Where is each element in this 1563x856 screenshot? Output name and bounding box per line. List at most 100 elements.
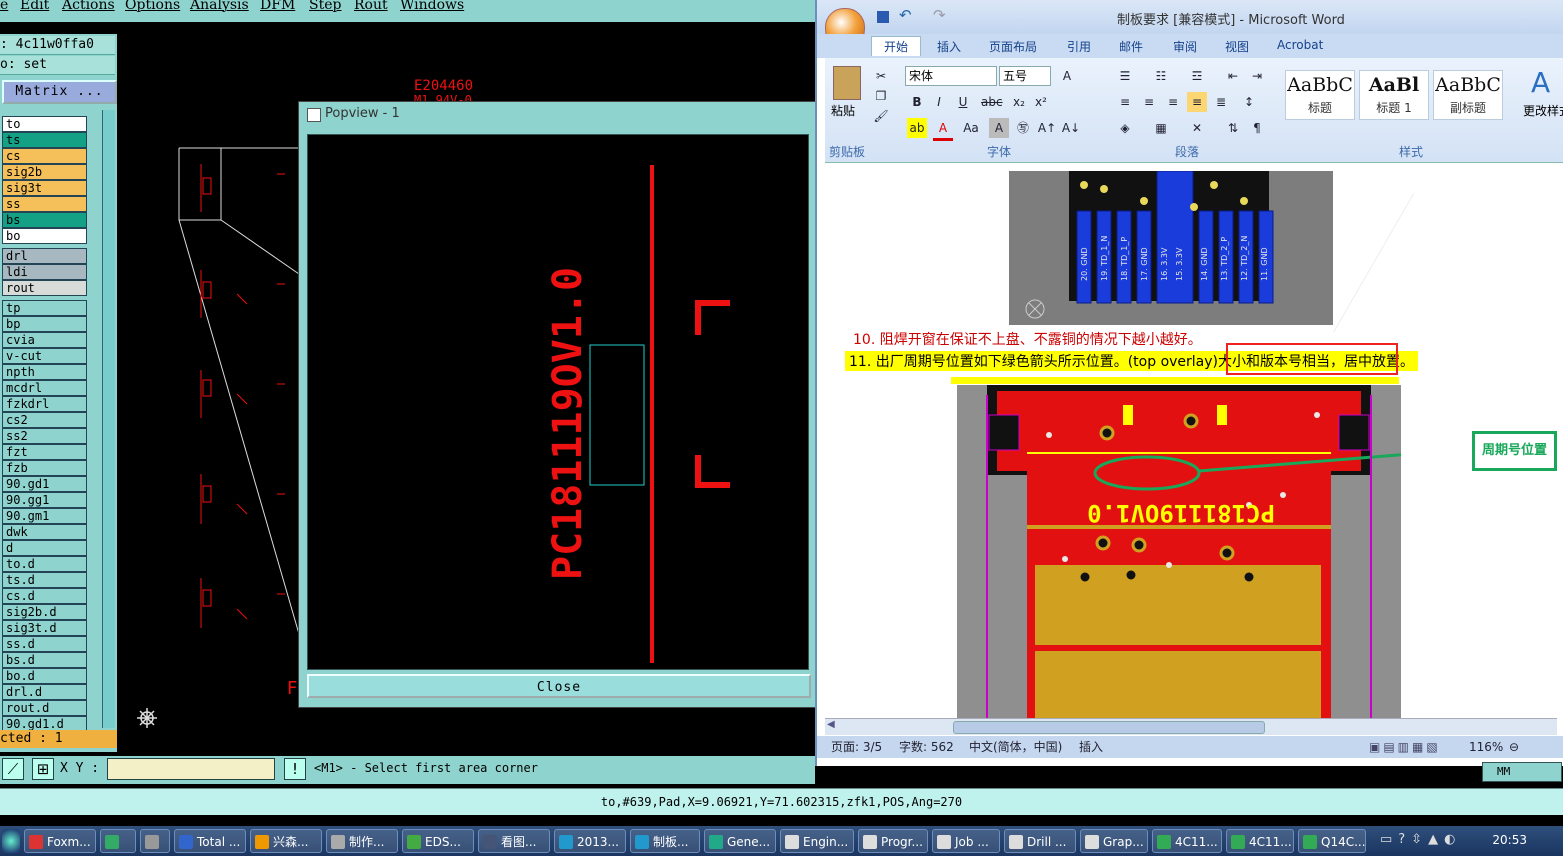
taskbar-item[interactable]: Engin... [780, 829, 854, 853]
justify-icon[interactable]: ≡ [1187, 92, 1207, 112]
layer-item[interactable]: 90.gm1 [2, 508, 87, 524]
tab-view[interactable]: 视图 [1225, 38, 1249, 55]
save-icon[interactable] [877, 11, 889, 23]
layer-item[interactable]: ss2 [2, 428, 87, 444]
layer-item[interactable]: cs [2, 148, 87, 164]
layer-item[interactable]: sig2b.d [2, 604, 87, 620]
taskbar-item[interactable]: Job ... [932, 829, 1000, 853]
layer-item[interactable]: v-cut [2, 348, 87, 364]
bold-icon[interactable]: B [907, 92, 927, 112]
multilevel-icon[interactable]: ☲ [1187, 66, 1207, 86]
superscript-icon[interactable]: x² [1031, 92, 1051, 112]
grow-font-icon[interactable]: A [1057, 66, 1077, 86]
taskbar-item[interactable]: Total ... [174, 829, 246, 853]
taskbar-item[interactable]: Q14C... [1298, 829, 1366, 853]
layer-item[interactable]: ldi [2, 264, 87, 280]
paste-icon[interactable] [833, 66, 861, 100]
menu-item-actions[interactable]: Actions [62, 0, 115, 13]
align-left-icon[interactable]: ≡ [1115, 92, 1135, 112]
layer-item[interactable]: cs2 [2, 412, 87, 428]
taskbar-item[interactable]: 2013... [554, 829, 626, 853]
font-size-select[interactable]: 五号 [999, 66, 1051, 86]
taskbar-item[interactable]: 制作... [326, 829, 398, 853]
xy-input[interactable] [107, 758, 275, 780]
layer-item[interactable]: rout.d [2, 700, 87, 716]
layer-item[interactable]: 90.gd1 [2, 476, 87, 492]
bullets-icon[interactable]: ☰ [1115, 66, 1135, 86]
layer-item[interactable]: sig3t.d [2, 620, 87, 636]
tab-insert[interactable]: 插入 [937, 38, 961, 55]
status-words[interactable]: 字数: 562 [899, 736, 954, 758]
taskbar-item[interactable]: 制板... [630, 829, 700, 853]
layer-item[interactable]: dwk [2, 524, 87, 540]
layer-item[interactable]: to.d [2, 556, 87, 572]
underline-icon[interactable]: U [953, 92, 973, 112]
menu-item-dfm[interactable]: DFM [260, 0, 295, 13]
taskbar-item[interactable]: EDS... [402, 829, 474, 853]
menu-item-file[interactable]: e [0, 0, 8, 13]
menu-item-edit[interactable]: Edit [20, 0, 49, 13]
paste-button[interactable]: 粘贴 [831, 102, 855, 119]
taskbar-item[interactable]: 4C11... [1152, 829, 1222, 853]
layer-item[interactable]: bp [2, 316, 87, 332]
menu-item-options[interactable]: Options [125, 0, 180, 13]
popview-canvas[interactable]: PC181119OV1.0 [307, 134, 809, 670]
align-center-icon[interactable]: ≡ [1139, 92, 1159, 112]
tray-icons[interactable]: ▭?⇳▲◐ [1380, 832, 1461, 847]
start-button-icon[interactable] [2, 829, 20, 853]
grid-icon[interactable]: ⊞ [32, 758, 54, 780]
layer-item[interactable]: fzb [2, 460, 87, 476]
enclose-char-icon[interactable]: ㊢ [1013, 118, 1033, 138]
layer-item[interactable]: to [2, 116, 87, 132]
zoom-out-icon[interactable]: ⊖ [1509, 736, 1519, 758]
menu-item-rout[interactable]: Rout [354, 0, 388, 13]
redo-icon[interactable]: ↷ [933, 6, 946, 24]
taskbar-item[interactable]: Gene... [704, 829, 776, 853]
matrix-button[interactable]: Matrix ... [2, 80, 117, 104]
status-insert-mode[interactable]: 插入 [1079, 736, 1103, 758]
change-styles-icon[interactable]: A [1531, 66, 1550, 99]
layer-item[interactable]: tp [2, 300, 87, 316]
tab-layout[interactable]: 页面布局 [989, 38, 1037, 55]
layer-item[interactable]: npth [2, 364, 87, 380]
layer-item[interactable]: bo [2, 228, 87, 244]
italic-icon[interactable]: I [929, 92, 949, 112]
style-heading1[interactable]: AaBl 标题 1 [1359, 70, 1429, 120]
layer-item[interactable]: mcdrl [2, 380, 87, 396]
layer-item[interactable]: sig2b [2, 164, 87, 180]
copy-icon[interactable]: ❐ [871, 86, 891, 106]
tab-mailings[interactable]: 邮件 [1119, 38, 1143, 55]
taskbar-item[interactable]: Grap... [1080, 829, 1148, 853]
zoom-level[interactable]: 116% [1469, 736, 1503, 758]
measure-icon[interactable]: ⟋ [2, 758, 24, 780]
layer-item[interactable]: cs.d [2, 588, 87, 604]
scroll-thumb[interactable] [953, 721, 1265, 734]
menu-item-step[interactable]: Step [309, 0, 341, 13]
style-title[interactable]: AaBbC 标题 [1285, 70, 1355, 120]
change-case-icon[interactable]: Aa [961, 118, 981, 138]
cut-icon[interactable]: ✂ [871, 66, 891, 86]
layer-item[interactable]: bs.d [2, 652, 87, 668]
layer-item[interactable]: drl.d [2, 684, 87, 700]
tab-acrobat[interactable]: Acrobat [1277, 38, 1323, 52]
layer-item[interactable]: rout [2, 280, 87, 296]
shrink-icon[interactable]: A↓ [1061, 118, 1081, 138]
asian-layout-icon[interactable]: ✕ [1187, 118, 1207, 138]
layer-item[interactable]: ss.d [2, 636, 87, 652]
highlight-icon[interactable]: ab [907, 118, 927, 138]
taskbar-item[interactable] [140, 829, 170, 853]
layer-item[interactable]: bo.d [2, 668, 87, 684]
borders-icon[interactable]: ▦ [1151, 118, 1171, 138]
taskbar-item[interactable] [100, 829, 136, 853]
subscript-icon[interactable]: x₂ [1009, 92, 1029, 112]
decrease-indent-icon[interactable]: ⇤ [1223, 66, 1243, 86]
font-name-select[interactable]: 宋体 [905, 66, 997, 86]
close-button[interactable]: Close [307, 674, 811, 698]
layer-item[interactable]: ts.d [2, 572, 87, 588]
tab-review[interactable]: 审阅 [1173, 38, 1197, 55]
tab-references[interactable]: 引用 [1067, 38, 1091, 55]
info-icon[interactable]: ! [284, 758, 306, 780]
layer-item[interactable]: cvia [2, 332, 87, 348]
layer-item[interactable]: d [2, 540, 87, 556]
menu-item-windows[interactable]: Windows [400, 0, 464, 13]
